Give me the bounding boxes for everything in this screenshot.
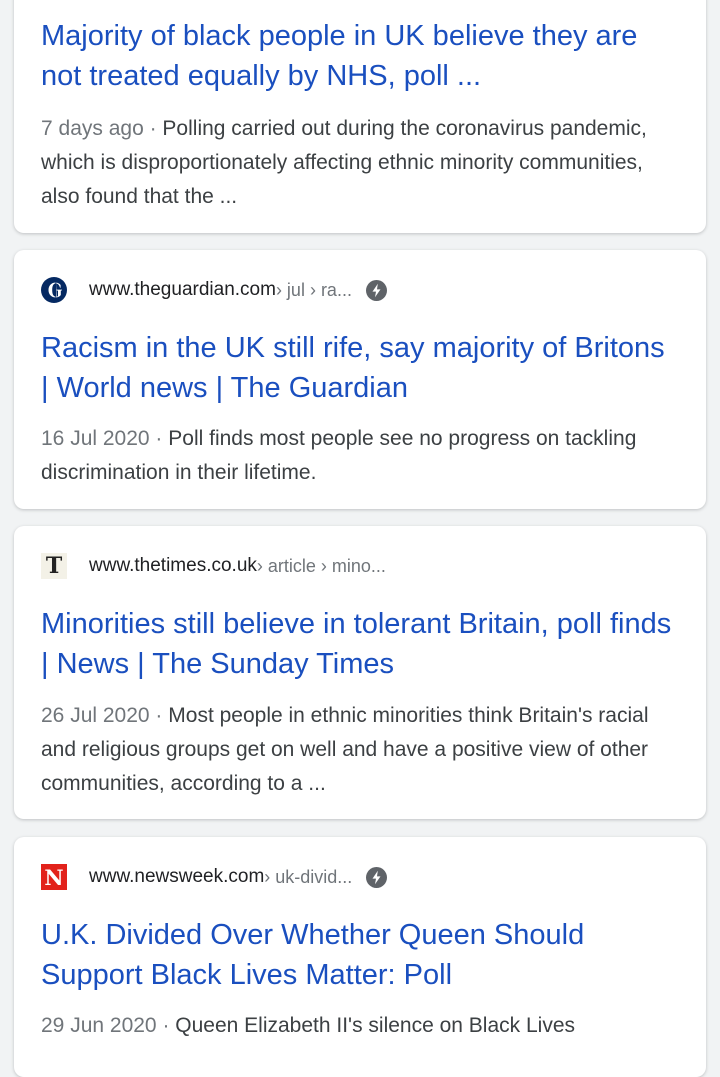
result-date: 26 Jul 2020 [41,704,150,727]
result-date: 7 days ago [41,117,144,140]
amp-lightning-icon [366,866,388,888]
result-date: 29 Jun 2020 [41,1014,157,1037]
result-site-url: www.theguardian.com [89,279,276,300]
result-card: Majority of black people in UK believe t… [14,0,706,233]
result-title-link[interactable]: Majority of black people in UK believe t… [41,16,680,96]
result-source[interactable]: N www.newsweek.com › uk-divid... [41,862,680,892]
result-card: N www.newsweek.com › uk-divid... U.K. Di… [14,837,706,1077]
result-title-link[interactable]: Minorities still believe in tolerant Bri… [41,604,680,684]
result-snippet: 7 days ago · Polling carried out during … [41,112,680,214]
result-separator: · [156,1014,176,1037]
result-separator: · [149,704,169,727]
result-source[interactable]: www.theguardian.com › jul › ra... [41,275,680,305]
guardian-icon [41,277,67,303]
result-url-path: › article › mino... [256,555,386,576]
result-snippet: 29 Jun 2020 · Queen Elizabeth II's silen… [41,1009,680,1043]
times-favicon-letter: T [41,553,67,579]
amp-lightning-icon [365,279,388,301]
result-site-url: www.newsweek.com [89,866,265,887]
result-source[interactable]: T www.thetimes.co.uk › article › mino... [41,551,680,581]
result-separator: · [149,427,169,450]
result-snippet: 26 Jul 2020 · Most people in ethnic mino… [41,699,680,801]
result-separator: · [143,117,163,140]
newsweek-favicon-letter: N [41,864,67,890]
result-date: 16 Jul 2020 [41,427,150,450]
newsweek-icon: N [41,864,67,890]
result-card: T www.thetimes.co.uk › article › mino...… [14,526,706,819]
result-snippet-text: Queen Elizabeth II's silence on Black Li… [175,1014,576,1037]
result-card: www.theguardian.com › jul › ra... Racism… [14,250,706,509]
result-site-url: www.thetimes.co.uk [89,555,257,576]
result-url-path: › jul › ra... [275,279,352,300]
result-title-link[interactable]: U.K. Divided Over Whether Queen Should S… [41,915,680,995]
result-title-link[interactable]: Racism in the UK still rife, say majorit… [41,328,680,408]
result-url-path: › uk-divid... [264,866,353,887]
result-snippet: 16 Jul 2020 · Poll finds most people see… [41,422,680,490]
times-icon: T [41,553,67,579]
